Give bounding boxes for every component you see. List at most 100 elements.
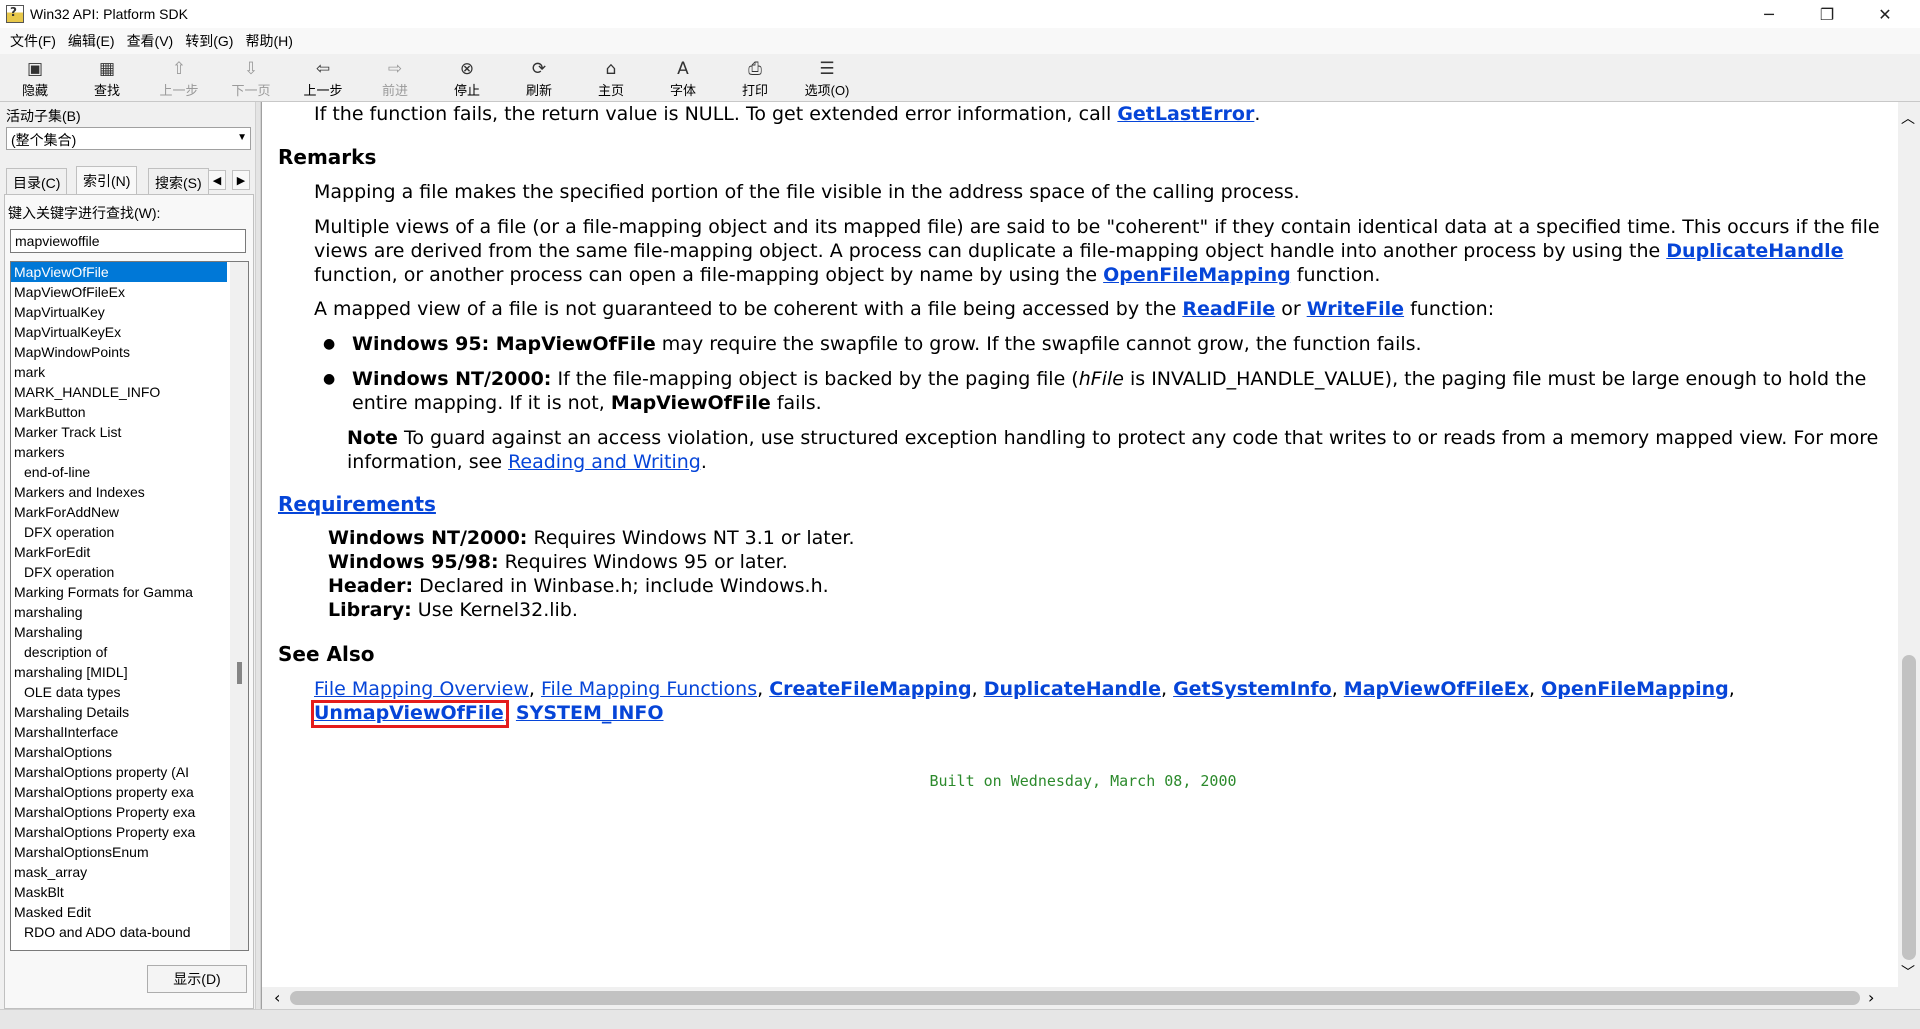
index-list-item[interactable]: MarshalOptions Property exa: [11, 802, 227, 822]
toolbar-button-forward-arrow[interactable]: ⇨ 前进: [360, 57, 430, 101]
link-duplicatehandle[interactable]: DuplicateHandle: [1666, 240, 1843, 262]
toolbar-label: 上一步: [303, 83, 343, 98]
link-openfilemapping[interactable]: OpenFileMapping: [1541, 678, 1729, 700]
tab-search[interactable]: 搜索(S): [148, 168, 209, 194]
index-list-item[interactable]: RDO and ADO data-bound: [11, 922, 227, 942]
index-list-item[interactable]: MapWindowPoints: [11, 342, 227, 362]
scroll-right-icon[interactable]: ›: [1868, 988, 1874, 1007]
link-openfilemapping[interactable]: OpenFileMapping: [1103, 264, 1291, 286]
link-createfilemapping[interactable]: CreateFileMapping: [769, 678, 971, 700]
remarks-paragraph-3: A mapped view of a file is not guarantee…: [314, 298, 1495, 320]
toolbar-button-options[interactable]: ☰ 选项(O): [792, 57, 862, 101]
link-writefile[interactable]: WriteFile: [1307, 298, 1404, 320]
content-vertical-scroll-thumb[interactable]: [1902, 655, 1916, 960]
index-list-item[interactable]: MarshalOptions Property exa: [11, 822, 227, 842]
menu-edit[interactable]: 编辑(E): [62, 31, 121, 51]
index-list-item[interactable]: MarkForEdit: [11, 542, 227, 562]
index-list-item[interactable]: MarkButton: [11, 402, 227, 422]
index-list-item[interactable]: MapViewOfFileEx: [11, 282, 227, 302]
index-list-item[interactable]: markers: [11, 442, 227, 462]
keyword-input[interactable]: [10, 229, 246, 253]
link-readfile[interactable]: ReadFile: [1182, 298, 1275, 320]
requirement-value: Requires Windows NT 3.1 or later.: [527, 527, 855, 549]
content-vertical-scrollbar[interactable]: ︿ ﹀: [1898, 102, 1920, 987]
index-list-item[interactable]: MaskBlt: [11, 882, 227, 902]
see-also-separator: ,: [1528, 678, 1542, 700]
index-list-item[interactable]: MapVirtualKey: [11, 302, 227, 322]
index-list-item[interactable]: Masked Edit: [11, 902, 227, 922]
toolbar-button-home[interactable]: ⌂ 主页: [576, 57, 646, 101]
display-button[interactable]: 显示(D): [147, 965, 247, 993]
index-list-item[interactable]: Marshaling Details: [11, 702, 227, 722]
close-button[interactable]: ✕: [1856, 0, 1914, 28]
toolbar-button-down-arrow[interactable]: ⇩ 下一页: [216, 57, 286, 101]
toolbar-button-back-arrow[interactable]: ⇦ 上一步: [288, 57, 358, 101]
scroll-up-icon[interactable]: ︿: [1901, 108, 1915, 128]
index-list-item[interactable]: MapViewOfFile: [11, 262, 227, 282]
link-reading-and-writing[interactable]: Reading and Writing: [508, 451, 701, 473]
index-list-item[interactable]: MapVirtualKeyEx: [11, 322, 227, 342]
index-list-item[interactable]: Marshaling: [11, 622, 227, 642]
link-duplicatehandle[interactable]: DuplicateHandle: [984, 678, 1161, 700]
up-arrow-icon: ⇧: [171, 59, 187, 79]
link-getlasterror[interactable]: GetLastError: [1117, 103, 1254, 125]
index-list-item[interactable]: MarshalOptions: [11, 742, 227, 762]
tab-contents[interactable]: 目录(C): [6, 168, 68, 194]
index-list-item[interactable]: MarshalOptions property (AI: [11, 762, 227, 782]
index-list-item[interactable]: MarshalOptionsEnum: [11, 842, 227, 862]
index-list-item[interactable]: mask_array: [11, 862, 227, 882]
toolbar-button-find[interactable]: ▦ 查找: [72, 57, 142, 101]
toolbar-button-refresh[interactable]: ⟳ 刷新: [504, 57, 574, 101]
index-list-item[interactable]: DFX operation: [11, 522, 227, 542]
index-list-scroll-thumb[interactable]: [237, 662, 242, 684]
index-list-item[interactable]: MarshalInterface: [11, 722, 227, 742]
scroll-left-icon[interactable]: ‹: [274, 988, 280, 1007]
index-list-item[interactable]: end-of-line: [11, 462, 227, 482]
content-horizontal-scroll-thumb[interactable]: [290, 991, 1860, 1005]
index-list-item[interactable]: Markers and Indexes: [11, 482, 227, 502]
toolbar-button-font[interactable]: A 字体: [648, 57, 718, 101]
requirement-key: Library:: [328, 599, 412, 621]
link-file-mapping-overview[interactable]: File Mapping Overview: [314, 678, 529, 700]
tab-scroll-right-icon[interactable]: ▶: [232, 170, 250, 190]
toolbar-button-up-arrow[interactable]: ⇧ 上一步: [144, 57, 214, 101]
index-list-scrollbar[interactable]: [230, 262, 248, 950]
link-system-info[interactable]: SYSTEM_INFO: [516, 702, 664, 724]
toolbar-button-stop[interactable]: ⊗ 停止: [432, 57, 502, 101]
menu-help[interactable]: 帮助(H): [239, 31, 298, 51]
toolbar-button-print[interactable]: ⎙ 打印: [720, 57, 790, 101]
index-list-item[interactable]: MarkForAddNew: [11, 502, 227, 522]
index-list-item[interactable]: OLE data types: [11, 682, 227, 702]
link-mapviewoffileex[interactable]: MapViewOfFileEx: [1344, 678, 1529, 700]
tab-index[interactable]: 索引(N): [76, 166, 138, 194]
toolbar-label: 选项(O): [804, 83, 850, 98]
index-list-item[interactable]: Marker Track List: [11, 422, 227, 442]
index-list[interactable]: MapViewOfFile MapViewOfFileEx MapVirtualKe…: [10, 261, 249, 951]
note-label: Note: [347, 427, 398, 449]
index-list-item[interactable]: marshaling [MIDL]: [11, 662, 227, 682]
index-list-item[interactable]: DFX operation: [11, 562, 227, 582]
menu-view[interactable]: 查看(V): [121, 31, 180, 51]
hide-icon: ▣: [26, 59, 44, 79]
index-list-item[interactable]: MarshalOptions property exa: [11, 782, 227, 802]
link-file-mapping-functions[interactable]: File Mapping Functions: [541, 678, 757, 700]
active-subset-select[interactable]: (整个集合) ▼: [6, 127, 251, 150]
index-list-item[interactable]: MARK_HANDLE_INFO: [11, 382, 227, 402]
link-getsysteminfo[interactable]: GetSystemInfo: [1173, 678, 1332, 700]
menu-go[interactable]: 转到(G): [179, 31, 239, 51]
maximize-button[interactable]: ❐: [1798, 0, 1856, 28]
menu-file[interactable]: 文件(F): [4, 31, 62, 51]
index-list-item[interactable]: Marking Formats for Gamma: [11, 582, 227, 602]
link-requirements[interactable]: Requirements: [278, 492, 436, 516]
content-horizontal-scrollbar[interactable]: ‹ ›: [262, 987, 1920, 1009]
see-also-separator: ,: [971, 678, 984, 700]
toolbar-button-hide[interactable]: ▣ 隐藏: [0, 57, 70, 101]
requirements-heading: Requirements: [278, 492, 436, 516]
minimize-button[interactable]: ─: [1740, 0, 1798, 28]
index-list-item[interactable]: mark: [11, 362, 227, 382]
index-list-item[interactable]: marshaling: [11, 602, 227, 622]
scroll-down-icon[interactable]: ﹀: [1901, 962, 1915, 982]
tab-scroll-left-icon[interactable]: ◀: [208, 170, 226, 190]
toolbar-label: 前进: [381, 83, 408, 98]
index-list-item[interactable]: description of: [11, 642, 227, 662]
